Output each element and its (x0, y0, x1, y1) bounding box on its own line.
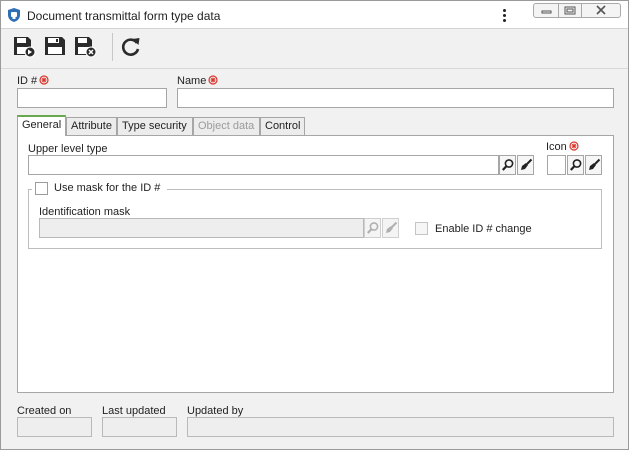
window-title: Document transmittal form type data (27, 9, 221, 23)
save-and-new-button[interactable] (11, 34, 37, 60)
icon-clear-button[interactable] (585, 155, 602, 175)
upper-level-search-button[interactable] (499, 155, 516, 175)
id-label: ID # (17, 75, 49, 87)
tab-attribute[interactable]: Attribute (66, 117, 117, 135)
maximize-icon (564, 6, 576, 15)
updated-by-label: Updated by (187, 405, 244, 417)
upper-level-type-input[interactable] (28, 155, 499, 175)
more-options-icon[interactable] (497, 7, 511, 23)
close-button[interactable] (581, 3, 621, 18)
name-label: Name (177, 75, 218, 87)
save-icon (45, 37, 65, 55)
icon-search-button[interactable] (567, 155, 584, 175)
name-input[interactable] (177, 88, 614, 108)
close-icon (596, 5, 606, 15)
fieldset-border (167, 189, 602, 190)
app-shield-icon (8, 8, 20, 22)
created-on-label: Created on (17, 405, 72, 417)
tab-control[interactable]: Control (260, 117, 305, 135)
required-icon (39, 75, 49, 85)
tab-general[interactable]: General (17, 115, 66, 136)
enable-id-change-label: Enable ID # change (435, 223, 532, 235)
eraser-icon (521, 158, 533, 170)
toolbar (1, 29, 628, 69)
save-and-close-button[interactable] (72, 34, 98, 60)
eraser-icon (386, 221, 398, 233)
identification-mask-input (39, 218, 364, 238)
required-icon (569, 141, 579, 151)
search-icon (569, 159, 582, 171)
save-button[interactable] (42, 34, 68, 60)
search-icon (366, 222, 379, 234)
toolbar-separator (112, 33, 113, 61)
mask-search-button (364, 218, 381, 238)
last-updated-field (102, 417, 177, 437)
id-input[interactable] (17, 88, 167, 108)
minimize-button[interactable] (533, 3, 559, 18)
icon-label: Icon (546, 141, 579, 153)
refresh-icon (122, 38, 140, 56)
minimize-icon (541, 10, 552, 14)
eraser-icon (589, 158, 601, 170)
dialog-window: Document transmittal form type data ID #… (0, 0, 629, 450)
save-close-icon (75, 37, 97, 58)
updated-by-field (187, 417, 614, 437)
required-icon (208, 75, 218, 85)
tab-type-security[interactable]: Type security (117, 117, 193, 135)
window-controls (533, 3, 621, 18)
save-new-icon (14, 37, 36, 58)
enable-id-change-checkbox (415, 222, 428, 235)
tab-object-data: Object data (193, 117, 260, 135)
mask-clear-button (382, 218, 399, 238)
last-updated-label: Last updated (102, 405, 166, 417)
search-icon (501, 159, 514, 171)
title-bar: Document transmittal form type data (1, 1, 628, 29)
identification-mask-label: Identification mask (39, 206, 131, 218)
created-on-field (17, 417, 92, 437)
refresh-button[interactable] (118, 34, 144, 60)
upper-level-type-label: Upper level type (28, 143, 108, 155)
use-mask-label: Use mask for the ID # (54, 182, 161, 194)
fieldset-border (28, 189, 32, 190)
maximize-button[interactable] (558, 3, 582, 18)
icon-preview-box (547, 155, 566, 175)
use-mask-checkbox[interactable] (35, 182, 48, 195)
upper-level-clear-button[interactable] (517, 155, 534, 175)
